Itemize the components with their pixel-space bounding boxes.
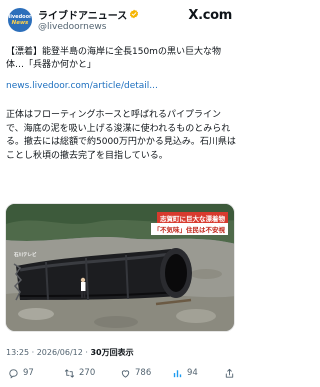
retweet-count: 270 [79, 368, 96, 378]
views-button[interactable]: 94 [172, 364, 198, 382]
reply-button[interactable]: 97 [8, 364, 34, 382]
heart-icon [121, 369, 130, 378]
article-link[interactable]: news.livedoor.com/article/detail... [6, 80, 236, 92]
caption-bottom: 「不気味」住民は不安視 [150, 223, 228, 235]
tweet-meta: 13:25 · 2026/06/12 · 30万回表示 [6, 347, 134, 358]
x-logo: X.com [188, 8, 232, 23]
verified-badge-icon [130, 9, 139, 19]
account-handle[interactable]: @livedoornews [38, 22, 106, 32]
bar-chart-icon [173, 369, 182, 377]
share-icon [225, 368, 234, 378]
avatar-text-bottom: News [11, 20, 29, 26]
share-button[interactable] [224, 364, 235, 382]
meta-separator-2: · [85, 348, 88, 357]
views-count: 94 [187, 368, 198, 378]
account-name-row[interactable]: ライブドアニュース [38, 7, 139, 22]
meta-separator: · [31, 348, 35, 357]
view-count: 30万回表示 [90, 348, 134, 357]
tv-station-logo: 石川テレビ [14, 253, 37, 258]
news-photo[interactable]: 石川テレビ 志賀町に巨大な漂着物 「不気味」住民は不安視 [5, 203, 235, 332]
like-button[interactable]: 786 [120, 364, 151, 382]
account-name[interactable]: ライブドアニュース [38, 7, 127, 22]
like-count: 786 [135, 368, 152, 378]
reply-icon [9, 368, 18, 379]
tweet-header: livedoor News ライブドアニュース @livedoornews X.… [0, 0, 240, 40]
tweet-body-text: 正体はフローティングホースと呼ばれるパイプラインで、海底の泥を吸い上げる浚渫に使… [6, 110, 236, 161]
tweet-headline: 【漂着】能登半島の海岸に全長150mの黒い巨大な物体…「兵器か何かと」 [6, 47, 221, 70]
reply-count: 97 [23, 368, 34, 378]
tweet-card: livedoor News ライブドアニュース @livedoornews X.… [0, 0, 240, 387]
tweet-date[interactable]: 2026/06/12 [37, 348, 83, 357]
retweet-icon [64, 368, 75, 378]
avatar[interactable]: livedoor News [8, 8, 32, 32]
tweet-time[interactable]: 13:25 [6, 348, 29, 357]
retweet-button[interactable]: 270 [64, 364, 95, 382]
action-bar: 97 270 786 94 [0, 364, 240, 382]
